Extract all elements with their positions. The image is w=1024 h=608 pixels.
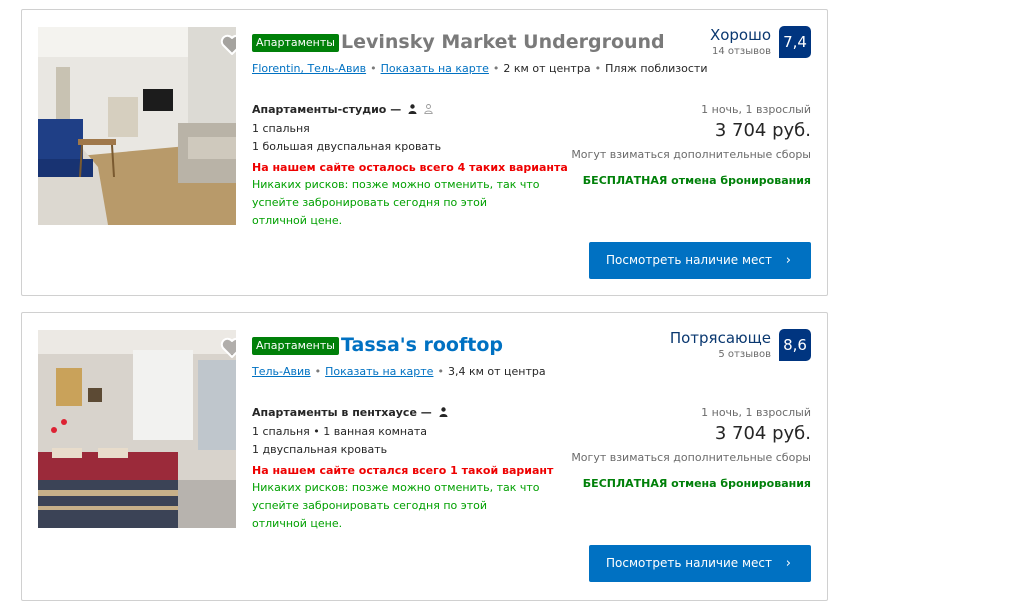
additional-fees-note: Могут взиматься дополнительные сборы xyxy=(571,148,811,161)
review-score-label: Хорошо xyxy=(709,26,771,44)
show-on-map-link[interactable]: Показать на карте xyxy=(325,365,433,378)
bed-info: 1 двуспальная кровать xyxy=(252,443,388,456)
separator-dot: • xyxy=(314,365,322,378)
location-link[interactable]: Florentin, Тель-Авив xyxy=(252,62,366,75)
review-score-badge[interactable]: 7,4 xyxy=(779,26,811,58)
scarcity-message: На нашем сайте остался всего 1 такой вар… xyxy=(252,464,554,477)
no-risk-message: Никаких рисков: позже можно отменить, та… xyxy=(252,178,540,227)
price: 3 704 руб. xyxy=(714,120,811,141)
no-risk-message: Никаких рисков: позже можно отменить, та… xyxy=(252,481,540,530)
living-room-image xyxy=(38,27,236,225)
location-link[interactable]: Тель-Авив xyxy=(252,365,311,378)
property-type-badge: Апартаменты xyxy=(252,337,339,355)
button-label: Посмотреть наличие мест xyxy=(606,556,773,570)
see-availability-button[interactable]: Посмотреть наличие мест › xyxy=(589,545,811,582)
button-label: Посмотреть наличие мест xyxy=(606,253,773,267)
separator-dot: • xyxy=(437,365,444,378)
property-photo[interactable] xyxy=(38,330,236,528)
bed-info: 1 большая двуспальная кровать xyxy=(252,140,442,153)
property-card: Апартаменты Tassa's rooftop Тель-Авив • По… xyxy=(21,312,828,601)
bedroom-info: 1 спальня xyxy=(252,122,310,135)
room-type: Апартаменты в пентхаусе — xyxy=(252,406,448,420)
price: 3 704 руб. xyxy=(714,423,811,444)
review-score-label: Потрясающе xyxy=(669,329,771,347)
property-type-badge: Апартаменты xyxy=(252,34,339,52)
separator-dot: • xyxy=(370,62,377,75)
beach-nearby-text: Пляж поблизости xyxy=(605,62,708,75)
additional-fees-note: Могут взиматься дополнительные сборы xyxy=(571,451,811,464)
free-cancellation: БЕСПЛАТНАЯ отмена бронирования xyxy=(582,477,811,490)
stay-info: 1 ночь, 1 взрослый xyxy=(701,103,811,116)
property-title[interactable]: Tassa's rooftop xyxy=(341,334,503,356)
person-outline-icon xyxy=(424,104,433,117)
property-title[interactable]: Levinsky Market Underground xyxy=(341,31,665,53)
property-photo[interactable] xyxy=(38,27,236,225)
scarcity-message: На нашем сайте осталось всего 4 таких ва… xyxy=(252,161,568,174)
person-icon xyxy=(408,104,417,117)
show-on-map-link[interactable]: Показать на карте xyxy=(381,62,489,75)
room-type-label: Апартаменты в пентхаусе — xyxy=(252,406,432,419)
distance-text: 2 км от центра xyxy=(503,62,591,75)
location-line: Florentin, Тель-Авив • Показать на карте • 2… xyxy=(252,62,707,75)
property-card: Апартаменты Levinsky Market Underground … xyxy=(21,9,828,296)
see-availability-button[interactable]: Посмотреть наличие мест › xyxy=(589,242,811,279)
review-score-badge[interactable]: 8,6 xyxy=(779,329,811,361)
person-icon xyxy=(439,407,448,420)
separator-dot: • xyxy=(594,62,602,75)
favorite-heart-icon[interactable] xyxy=(220,34,236,56)
chevron-right-icon: › xyxy=(785,253,791,268)
chevron-right-icon: › xyxy=(785,556,791,571)
room-type-label: Апартаменты-студио — xyxy=(252,103,402,116)
location-line: Тель-Авив • Показать на карте • 3,4 км от це… xyxy=(252,365,546,378)
stay-info: 1 ночь, 1 взрослый xyxy=(701,406,811,419)
separator-dot: • xyxy=(492,62,500,75)
free-cancellation: БЕСПЛАТНАЯ отмена бронирования xyxy=(582,174,811,187)
bedroom-image xyxy=(38,330,236,528)
bedroom-info: 1 спальня • 1 ванная комната xyxy=(252,425,427,438)
distance-text: 3,4 км от центра xyxy=(447,365,546,378)
review-count: 5 отзывов xyxy=(718,349,771,360)
review-count: 14 отзывов xyxy=(712,46,771,57)
favorite-heart-icon[interactable] xyxy=(220,337,236,359)
room-type: Апартаменты-студио — xyxy=(252,103,433,117)
